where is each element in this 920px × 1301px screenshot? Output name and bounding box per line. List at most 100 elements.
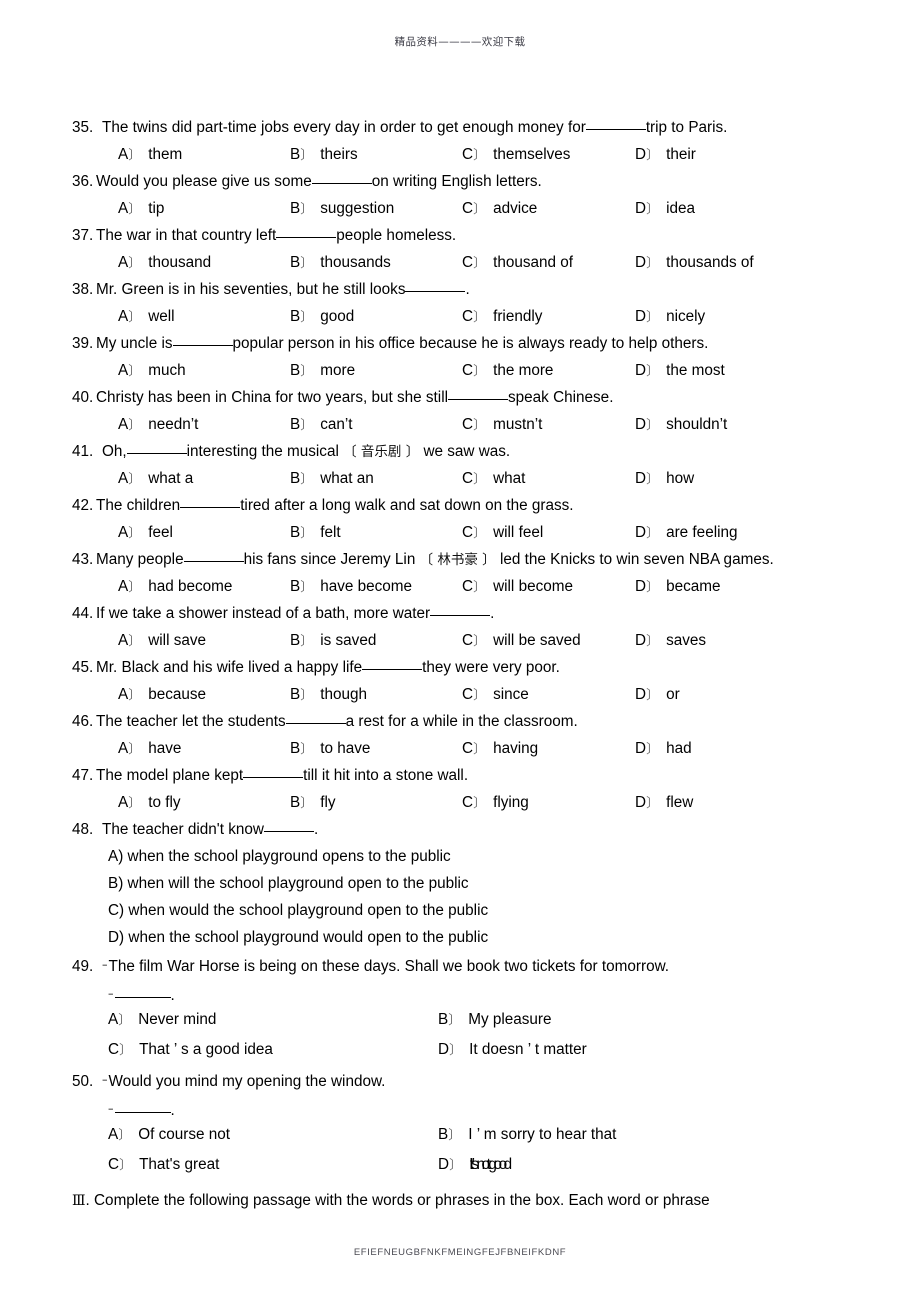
option-c[interactable]: C〕 mustn’t: [462, 415, 542, 436]
option-d[interactable]: D〕 saves: [635, 631, 706, 652]
option-b[interactable]: B〕 though: [290, 685, 367, 706]
option-text: flew: [666, 794, 694, 811]
option-b[interactable]: B〕 fly: [290, 793, 336, 814]
question-stem-before: Christy has been in China for two years,…: [96, 389, 448, 406]
option-b[interactable]: B〕 thousands: [290, 253, 391, 274]
option-a[interactable]: A〕 what a: [118, 469, 193, 490]
option-b[interactable]: B〕 what an: [290, 469, 374, 490]
option-a[interactable]: A〕 will save: [118, 631, 206, 652]
question-stem-before: Mr. Black and his wife lived a happy lif…: [96, 659, 363, 676]
question-49-option-d[interactable]: D〕 It doesn ’ t matter: [438, 1040, 587, 1061]
question-number: 47.: [72, 767, 94, 784]
option-b[interactable]: B〕 have become: [290, 577, 412, 598]
option-b[interactable]: B〕 is saved: [290, 631, 376, 652]
option-text: mustn’t: [493, 416, 543, 433]
option-d[interactable]: D〕 flew: [635, 793, 693, 814]
option-c[interactable]: C〕 will be saved: [462, 631, 581, 652]
option-c[interactable]: C〕 flying: [462, 793, 529, 814]
option-b[interactable]: B〕 good: [290, 307, 354, 328]
question-49-option-b[interactable]: B〕 My pleasure: [438, 1010, 552, 1031]
option-label: B: [290, 254, 301, 271]
question-48-option-b[interactable]: B) when will the school playground open …: [108, 874, 862, 894]
option-d[interactable]: D〕 had: [635, 739, 692, 760]
option-c[interactable]: C〕 will feel: [462, 523, 543, 544]
question-50-blank: [114, 1101, 171, 1113]
option-a[interactable]: A〕 them: [118, 145, 182, 166]
question-number: 44.: [72, 605, 94, 622]
option-text: having: [493, 740, 539, 757]
question-stem-after: speak Chinese.: [508, 389, 614, 406]
question-number: 40.: [72, 389, 94, 406]
option-c[interactable]: C〕 advice: [462, 199, 537, 220]
option-c[interactable]: C〕 the more: [462, 361, 553, 382]
option-b[interactable]: B〕 can’t: [290, 415, 353, 436]
option-c[interactable]: C〕 what: [462, 469, 525, 490]
option-a[interactable]: A〕 feel: [118, 523, 173, 544]
question-50-option-b[interactable]: B〕 I ’ m sorry to hear that: [438, 1125, 616, 1146]
option-a[interactable]: A〕 had become: [118, 577, 232, 598]
option-d[interactable]: D〕 how: [635, 469, 694, 490]
option-bracket-icon: 〕: [473, 634, 487, 649]
option-b[interactable]: B〕 to have: [290, 739, 370, 760]
option-b[interactable]: B〕 theirs: [290, 145, 358, 166]
option-label: B: [290, 470, 301, 487]
option-a[interactable]: A〕 much: [118, 361, 186, 382]
option-a[interactable]: A〕 well: [118, 307, 175, 328]
option-d[interactable]: D〕 thousands of: [635, 253, 754, 274]
question-stem: 44. If we take a shower instead of a bath…: [72, 604, 862, 624]
question-49-prompt: The film War Horse is being on these day…: [108, 958, 670, 975]
question-48-stem-before: The teacher didn't know: [102, 821, 264, 838]
option-d[interactable]: D〕 their: [635, 145, 696, 166]
option-label: A: [118, 686, 129, 703]
option-a[interactable]: A〕 to fly: [118, 793, 181, 814]
option-b[interactable]: B〕 more: [290, 361, 355, 382]
option-text: thousand of: [493, 254, 574, 271]
option-d[interactable]: D〕 the most: [635, 361, 725, 382]
option-c[interactable]: C〕 will become: [462, 577, 573, 598]
option-c[interactable]: C〕 since: [462, 685, 529, 706]
option-label: D: [635, 578, 647, 595]
question-options-row: A〕 feel B〕 felt C〕 will feel D〕 are feeling: [72, 523, 862, 550]
option-c[interactable]: C〕 thousand of: [462, 253, 573, 274]
question-49-option-c[interactable]: C〕 That ’ s a good idea: [108, 1040, 273, 1061]
question-50-option-d[interactable]: D〕 It ’s not good: [438, 1155, 512, 1176]
chinese-gloss: 〔 林书豪 〕: [419, 552, 496, 568]
answer-blank: [362, 658, 423, 670]
option-bracket-icon: 〕: [473, 526, 487, 541]
option-label: C: [462, 686, 474, 703]
question-49-option-a[interactable]: A〕 Never mind: [108, 1010, 216, 1031]
option-d[interactable]: D〕 are feeling: [635, 523, 738, 544]
option-c[interactable]: C〕 friendly: [462, 307, 542, 328]
option-a[interactable]: A〕 needn’t: [118, 415, 198, 436]
answer-blank: [243, 766, 304, 778]
option-d[interactable]: D〕 nicely: [635, 307, 705, 328]
option-a[interactable]: A〕 tip: [118, 199, 164, 220]
question-48-option-d[interactable]: D) when the school playground would open…: [108, 928, 862, 948]
question-48-option-c[interactable]: C) when would the school playground open…: [108, 901, 862, 921]
option-text: nicely: [666, 308, 706, 325]
question-48-option-a[interactable]: A) when the school playground opens to t…: [108, 847, 862, 867]
option-b[interactable]: B〕 suggestion: [290, 199, 394, 220]
question-50-option-a[interactable]: A〕 Of course not: [108, 1125, 230, 1146]
question-number: 41.: [72, 443, 94, 460]
option-a[interactable]: A〕 because: [118, 685, 206, 706]
option-d[interactable]: D〕 idea: [635, 199, 695, 220]
option-c[interactable]: C〕 having: [462, 739, 538, 760]
option-text: will be saved: [493, 632, 581, 649]
option-c[interactable]: C〕 themselves: [462, 145, 570, 166]
option-d[interactable]: D〕 or: [635, 685, 680, 706]
option-bracket-icon: 〕: [128, 148, 142, 163]
option-d[interactable]: D〕 shouldn’t: [635, 415, 727, 436]
option-b[interactable]: B〕 felt: [290, 523, 341, 544]
option-text: had become: [148, 578, 233, 595]
page-footer-code: EFIEFNEUGBFNKFMEINGFEJFBNEIFKDNF: [353, 1247, 567, 1258]
option-bracket-icon: 〕: [646, 526, 660, 541]
question-stem-after: .: [465, 281, 470, 298]
option-a[interactable]: A〕 thousand: [118, 253, 211, 274]
option-text: idea: [666, 200, 695, 217]
option-a[interactable]: A〕 have: [118, 739, 181, 760]
option-d[interactable]: D〕 became: [635, 577, 721, 598]
option-bracket-icon: 〕: [646, 472, 660, 487]
question-50-option-c[interactable]: C〕 That's great: [108, 1155, 219, 1176]
option-text: are feeling: [666, 524, 738, 541]
